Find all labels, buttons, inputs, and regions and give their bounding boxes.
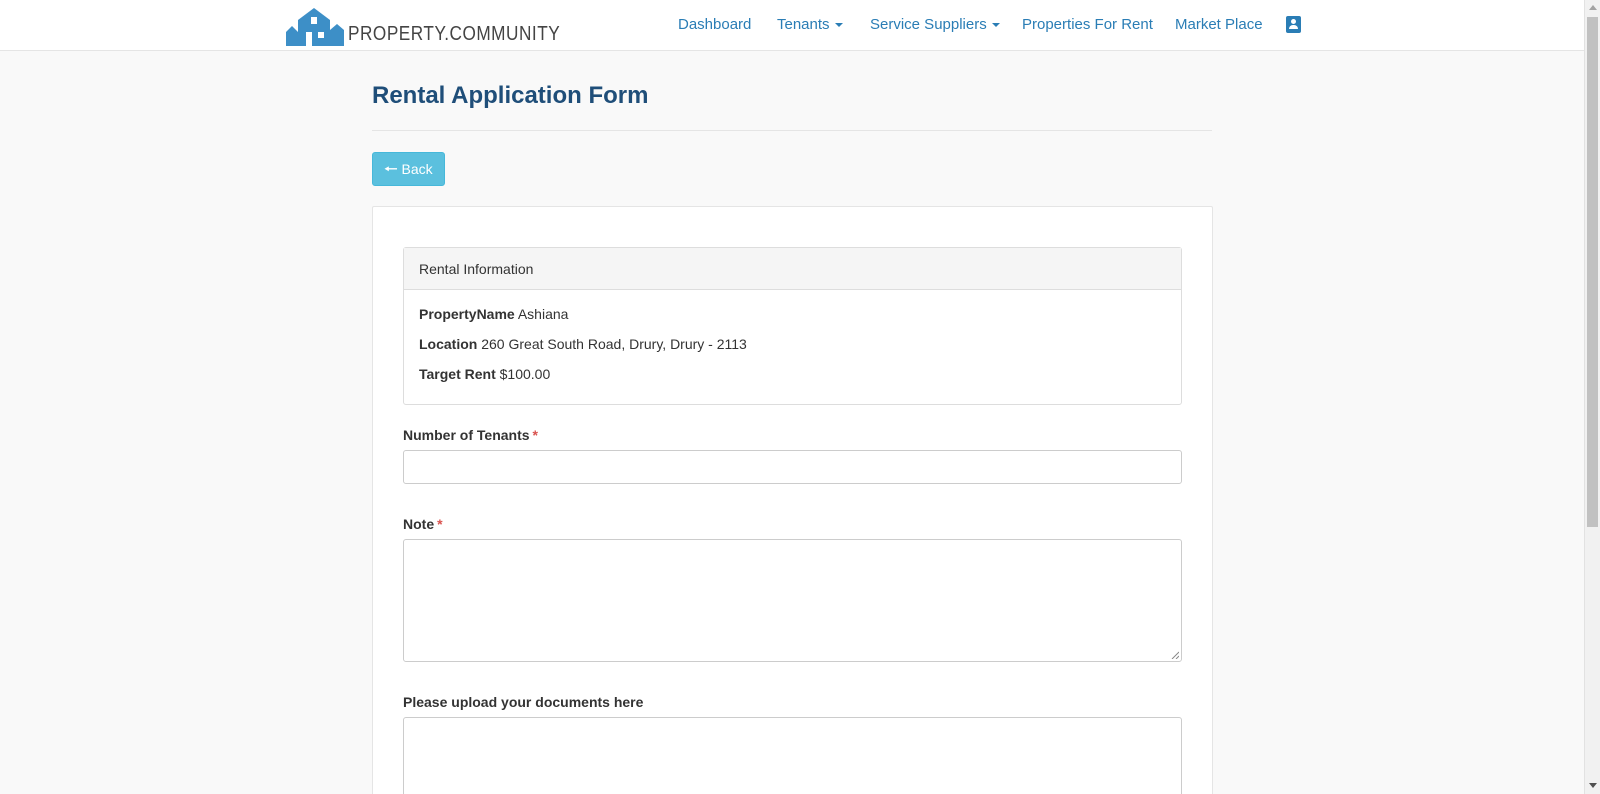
brand-logo[interactable]: PROPERTY.COMMUNITY (286, 4, 595, 46)
nav-service-suppliers[interactable]: Service Suppliers (870, 16, 1000, 33)
location-row: Location 260 Great South Road, Drury, Dr… (419, 336, 747, 352)
page-title: Rental Application Form (372, 82, 649, 109)
scroll-up-icon[interactable] (1589, 5, 1597, 10)
back-button-label: Back (401, 161, 433, 177)
user-card-icon[interactable] (1286, 16, 1301, 33)
property-name-value: Ashiana (517, 306, 569, 322)
document-upload-dropzone[interactable] (403, 717, 1182, 794)
back-button[interactable]: 🠐 Back (372, 152, 445, 186)
house-logo-icon (286, 8, 344, 46)
property-name-row: PropertyName Ashiana (419, 306, 568, 322)
tenants-count-label: Number of Tenants * (403, 427, 538, 443)
nav-properties-for-rent[interactable]: Properties For Rent (1022, 16, 1153, 33)
upload-label: Please upload your documents here (403, 694, 644, 710)
target-rent-label: Target Rent (419, 366, 496, 382)
property-name-label: PropertyName (419, 306, 515, 322)
nav-tenants[interactable]: Tenants (777, 16, 843, 33)
target-rent-row: Target Rent $100.00 (419, 366, 550, 382)
location-label: Location (419, 336, 478, 352)
rental-info-panel: Rental Information PropertyName Ashiana … (403, 247, 1182, 405)
tenants-count-label-text: Number of Tenants (403, 427, 530, 443)
scroll-down-icon[interactable] (1589, 783, 1597, 788)
brand-name: PROPERTY.COMMUNITY (348, 23, 561, 45)
note-label: Note * (403, 516, 443, 532)
scroll-thumb[interactable] (1587, 17, 1598, 527)
resize-grip-icon[interactable] (1171, 651, 1179, 659)
tenants-count-input[interactable] (403, 450, 1182, 484)
top-navbar: PROPERTY.COMMUNITY Dashboard Tenants Ser… (0, 0, 1584, 51)
note-textarea[interactable] (403, 539, 1182, 662)
arrow-left-icon: 🠐 (384, 160, 398, 178)
nav-market-place[interactable]: Market Place (1175, 16, 1263, 33)
required-mark: * (437, 516, 443, 532)
nav-tenants-label: Tenants (777, 16, 830, 33)
title-divider (372, 130, 1212, 131)
page-scrollbar[interactable] (1584, 0, 1600, 794)
caret-down-icon (834, 23, 843, 28)
note-label-text: Note (403, 516, 435, 532)
rental-info-heading: Rental Information (404, 248, 1181, 290)
target-rent-value: $100.00 (499, 366, 551, 382)
nav-service-suppliers-label: Service Suppliers (870, 16, 987, 33)
required-mark: * (532, 427, 538, 443)
nav-dashboard[interactable]: Dashboard (678, 16, 751, 33)
caret-down-icon (991, 23, 1000, 28)
location-value: 260 Great South Road, Drury, Drury - 211… (481, 336, 747, 352)
